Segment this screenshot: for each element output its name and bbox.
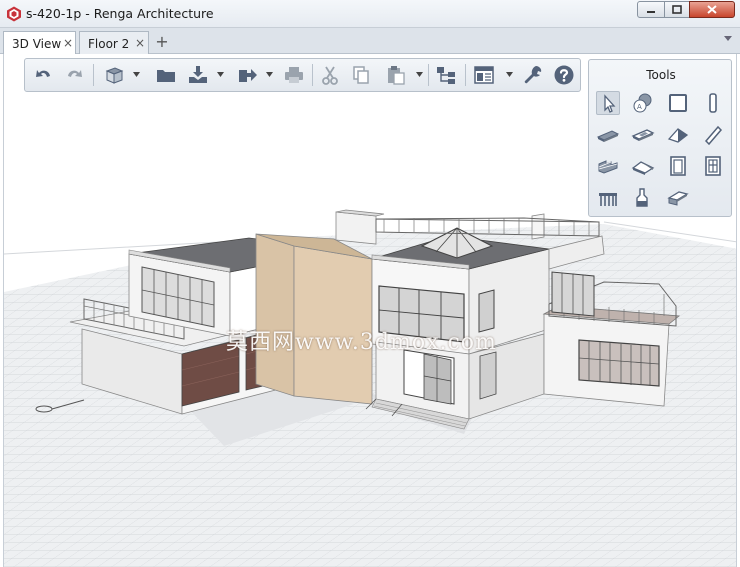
window-controls [637, 1, 735, 19]
print-button[interactable] [283, 64, 305, 86]
beam-icon [704, 125, 723, 146]
export-chevron-down-icon[interactable] [266, 72, 273, 78]
floor-tool[interactable] [631, 123, 655, 147]
copy-icon [353, 66, 369, 84]
help-button[interactable] [553, 64, 575, 86]
roof-tool[interactable] [666, 123, 690, 147]
print-icon [285, 67, 303, 83]
cut-icon [322, 66, 338, 85]
watermark-text: 莫西网www.3dmox.com [226, 330, 497, 355]
railing-icon [599, 193, 617, 206]
tab-3d-view-label: 3D View [12, 37, 62, 51]
toolbar-separator [428, 64, 429, 86]
wall-icon [669, 94, 687, 112]
style-tool[interactable]: A [631, 91, 655, 115]
window-tool[interactable] [701, 154, 725, 178]
export-icon [239, 69, 257, 82]
export-button[interactable] [237, 64, 259, 86]
window-icon [705, 156, 721, 176]
ramp-icon [631, 161, 655, 175]
settings-button[interactable] [522, 64, 544, 86]
open-folder-icon [157, 70, 175, 82]
equipment-tool[interactable] [631, 186, 655, 210]
renga-logo-icon [7, 6, 21, 22]
tools-panel: Tools A [588, 59, 732, 217]
structure-icon [437, 67, 455, 84]
column-tool[interactable] [701, 91, 725, 115]
import-icon [189, 66, 207, 83]
paste-chevron-down-icon[interactable] [416, 72, 423, 78]
view-cube-icon [105, 67, 124, 84]
ramp-tool[interactable] [631, 154, 655, 178]
view-cube-button[interactable] [103, 64, 125, 86]
import-button[interactable] [187, 64, 209, 86]
column-icon [709, 93, 717, 113]
undo-button[interactable] [33, 64, 55, 86]
import-chevron-down-icon[interactable] [217, 72, 224, 78]
undo-icon [36, 70, 50, 77]
maximize-icon [672, 5, 682, 14]
close-icon [707, 5, 717, 14]
minimize-button[interactable] [637, 1, 665, 18]
slab-icon [596, 130, 620, 142]
style-icon: A [633, 93, 652, 113]
tab-floor-2-label: Floor 2 [88, 37, 130, 51]
svg-text:A: A [637, 103, 642, 111]
close-button[interactable] [689, 1, 735, 18]
view-chevron-down-icon[interactable] [133, 72, 140, 78]
redo-icon [68, 70, 82, 77]
help-icon [554, 65, 574, 85]
settings-wrench-icon [524, 66, 542, 84]
open-button[interactable] [155, 64, 177, 86]
element-icon [667, 191, 689, 206]
tab-floor-2[interactable]: Floor 2 × [79, 31, 149, 54]
element-tool[interactable] [666, 186, 690, 210]
equipment-icon [636, 188, 648, 207]
title-bar: s-420-1p - Renga Architecture [0, 0, 740, 28]
tab-floor-2-close-button[interactable]: × [135, 36, 145, 50]
door-icon [670, 156, 686, 176]
wall-tool[interactable] [666, 91, 690, 115]
tools-panel-title: Tools [646, 68, 676, 82]
toolbar-separator [93, 64, 94, 86]
maximize-button[interactable] [664, 1, 690, 18]
window-title: s-420-1p - Renga Architecture [26, 6, 214, 21]
roof-icon [667, 128, 689, 143]
structure-button[interactable] [435, 64, 457, 86]
stair-icon [598, 160, 618, 174]
copy-button[interactable] [350, 64, 372, 86]
slab-tool[interactable] [596, 123, 620, 147]
layout-button[interactable] [473, 64, 495, 86]
layout-chevron-down-icon[interactable] [506, 72, 513, 78]
railing-tool[interactable] [596, 186, 620, 210]
toolbar-separator [312, 64, 313, 86]
stair-tool[interactable] [596, 154, 620, 178]
beam-tool[interactable] [701, 123, 725, 147]
add-tab-button[interactable]: + [152, 32, 172, 52]
floor-icon [631, 129, 655, 141]
select-tool[interactable] [596, 91, 620, 115]
layout-icon [474, 66, 494, 84]
tab-3d-view[interactable]: 3D View × [3, 31, 76, 55]
main-toolbar [24, 58, 581, 92]
paste-icon [388, 66, 405, 85]
select-icon [604, 94, 616, 113]
tab-list-chevron-down-icon[interactable] [724, 36, 732, 42]
paste-button[interactable] [385, 64, 407, 86]
toolbar-separator [465, 64, 466, 86]
cut-button[interactable] [319, 64, 341, 86]
minimize-icon [647, 11, 655, 13]
document-tab-bar: 3D View × Floor 2 × + [0, 28, 740, 55]
door-tool[interactable] [666, 154, 690, 178]
redo-button[interactable] [63, 64, 85, 86]
tab-3d-view-close-button[interactable]: × [63, 36, 73, 50]
